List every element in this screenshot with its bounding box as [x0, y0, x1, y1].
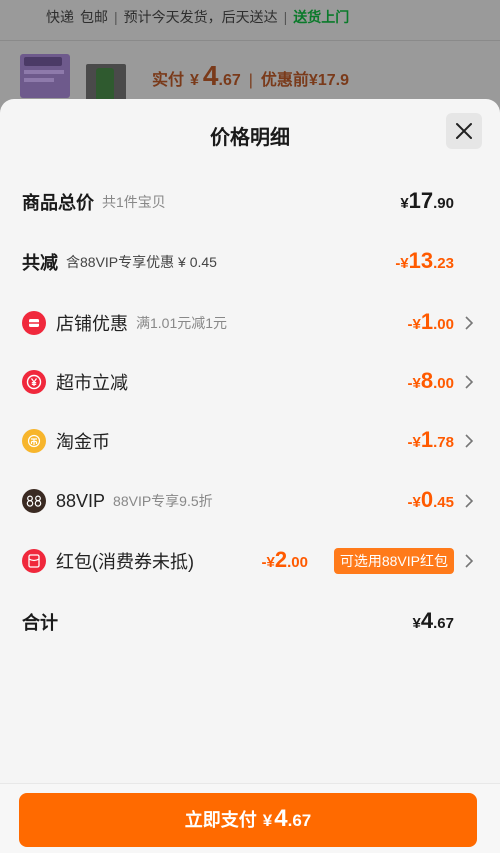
- divider: |: [248, 72, 253, 89]
- row-title: 超市立减: [56, 373, 128, 393]
- row-title: 店铺优惠: [56, 314, 128, 334]
- row-supermarket-discount[interactable]: 超市立减 -¥ 8 .00: [0, 362, 500, 402]
- amount-dec: .00: [433, 316, 454, 333]
- currency-symbol: -¥: [407, 434, 421, 451]
- pay-now-button[interactable]: 立即支付 ¥ 4 .67: [19, 793, 477, 847]
- row-red-packet[interactable]: 红包(消费券未抵) -¥ 2 .00 可选用88VIP红包: [0, 541, 500, 581]
- shipping-fee: 包邮: [80, 9, 108, 25]
- supermarket-discount-amount: -¥ 8 .00: [408, 362, 454, 402]
- shipping-info: 快递 包邮 | 预计今天发货，后天送达 | 送货上门: [46, 6, 349, 28]
- amount-int: 2: [274, 547, 288, 572]
- amount-dec: .45: [433, 494, 454, 511]
- vip-88-icon: [22, 489, 46, 513]
- row-title: 商品总价: [22, 193, 94, 213]
- total-reduction-amount: -¥ 13 .23: [395, 242, 454, 282]
- chevron-right-icon: [465, 494, 474, 508]
- before-discount-amount: ¥17.9: [308, 72, 349, 89]
- amount-int: 8: [420, 368, 434, 393]
- shipping-estimate: 预计今天发货，后天送达: [123, 9, 278, 25]
- amount-dec: .67: [287, 811, 312, 830]
- amount-dec: .00: [287, 554, 308, 571]
- amount-int: 4: [420, 608, 434, 633]
- yen-discount-icon: [22, 370, 46, 394]
- row-total-reduction: 共减 含88VIP专享优惠 ¥ 0.45 -¥ 13 .23: [0, 242, 500, 282]
- amount-dec: .00: [433, 375, 454, 392]
- amount-int: 13: [408, 248, 434, 273]
- divider: |: [114, 9, 118, 25]
- actual-pay-int: 4: [202, 60, 219, 91]
- currency-symbol: -¥: [407, 316, 421, 333]
- row-subtitle: 满1.01元减1元: [136, 315, 228, 331]
- close-icon: [456, 123, 472, 139]
- row-title: 红包(消费券未抵): [56, 552, 194, 572]
- currency-symbol: -¥: [395, 255, 409, 272]
- actual-pay-label: 实付: [152, 72, 185, 89]
- close-button[interactable]: [446, 113, 482, 149]
- amount-int: 0: [420, 487, 434, 512]
- row-taojinbi[interactable]: 淘金币 -¥ 1 .78: [0, 421, 500, 461]
- row-goods-total: 商品总价 共1件宝贝 ¥ 17 .90: [0, 182, 500, 222]
- gold-coin-icon: [22, 429, 46, 453]
- goods-total-amount: ¥ 17 .90: [400, 182, 454, 222]
- currency-symbol: -¥: [407, 494, 421, 511]
- red-packet-amount: -¥ 2 .00: [262, 541, 308, 581]
- amount-dec: .78: [433, 434, 454, 451]
- currency-symbol: ¥: [190, 72, 199, 89]
- row-subtitle: 共1件宝贝: [102, 194, 166, 210]
- row-title: 88VIP: [56, 490, 106, 511]
- product-thumbnail[interactable]: [86, 64, 126, 104]
- product-thumbnail[interactable]: [20, 54, 70, 98]
- amount-int: 1: [420, 309, 434, 334]
- sum-amount: ¥ 4 .67: [413, 602, 454, 642]
- chevron-right-icon: [465, 554, 474, 568]
- chevron-right-icon: [465, 434, 474, 448]
- row-88vip[interactable]: 88VIP 88VIP专享9.5折 -¥ 0 .45: [0, 481, 500, 521]
- shop-coupon-icon: [22, 311, 46, 335]
- pay-button-label: 立即支付: [184, 810, 257, 830]
- price-detail-sheet: 价格明细 商品总价 共1件宝贝 ¥ 17 .90 共减 含88VIP专享优惠 ¥…: [0, 99, 500, 853]
- row-title: 淘金币: [56, 432, 110, 452]
- amount-dec: .23: [433, 255, 454, 272]
- row-subtitle: 88VIP专享9.5折: [113, 493, 213, 509]
- row-title: 合计: [22, 613, 58, 633]
- row-subtitle: 含88VIP专享优惠 ¥ 0.45: [66, 254, 217, 270]
- currency-symbol: ¥: [262, 811, 273, 830]
- amount-int: 17: [408, 188, 434, 213]
- shop-discount-amount: -¥ 1 .00: [408, 303, 454, 343]
- currency-symbol: -¥: [261, 554, 275, 571]
- actual-payment-summary: 实付 ¥ 4 .67 | 优惠前 ¥17.9: [152, 60, 349, 92]
- divider: |: [283, 9, 288, 25]
- shipping-method: 快递: [46, 9, 74, 25]
- vip-discount-amount: -¥ 0 .45: [408, 481, 454, 521]
- row-title: 共减: [22, 253, 58, 273]
- chevron-right-icon: [465, 375, 474, 389]
- row-shop-discount[interactable]: 店铺优惠 满1.01元减1元 -¥ 1 .00: [0, 303, 500, 343]
- red-packet-icon: [22, 549, 46, 573]
- actual-pay-dec: .67: [218, 72, 241, 89]
- amount-dec: .67: [433, 615, 454, 632]
- chevron-right-icon: [465, 316, 474, 330]
- currency-symbol: ¥: [412, 615, 421, 632]
- amount-dec: .90: [433, 195, 454, 212]
- sheet-title: 价格明细: [210, 127, 290, 149]
- row-sum: 合计 ¥ 4 .67: [0, 602, 500, 642]
- before-discount-label: 优惠前: [260, 72, 309, 89]
- currency-symbol: -¥: [407, 375, 421, 392]
- taojinbi-amount: -¥ 1 .78: [408, 421, 454, 461]
- amount-int: 4: [274, 805, 288, 832]
- divider: [0, 40, 500, 41]
- bottom-action-bar: 立即支付 ¥ 4 .67: [0, 783, 500, 853]
- home-delivery-tag: 送货上门: [293, 9, 350, 25]
- amount-int: 1: [420, 427, 434, 452]
- select-vip-red-packet-button[interactable]: 可选用88VIP红包: [333, 548, 454, 574]
- currency-symbol: ¥: [400, 195, 409, 212]
